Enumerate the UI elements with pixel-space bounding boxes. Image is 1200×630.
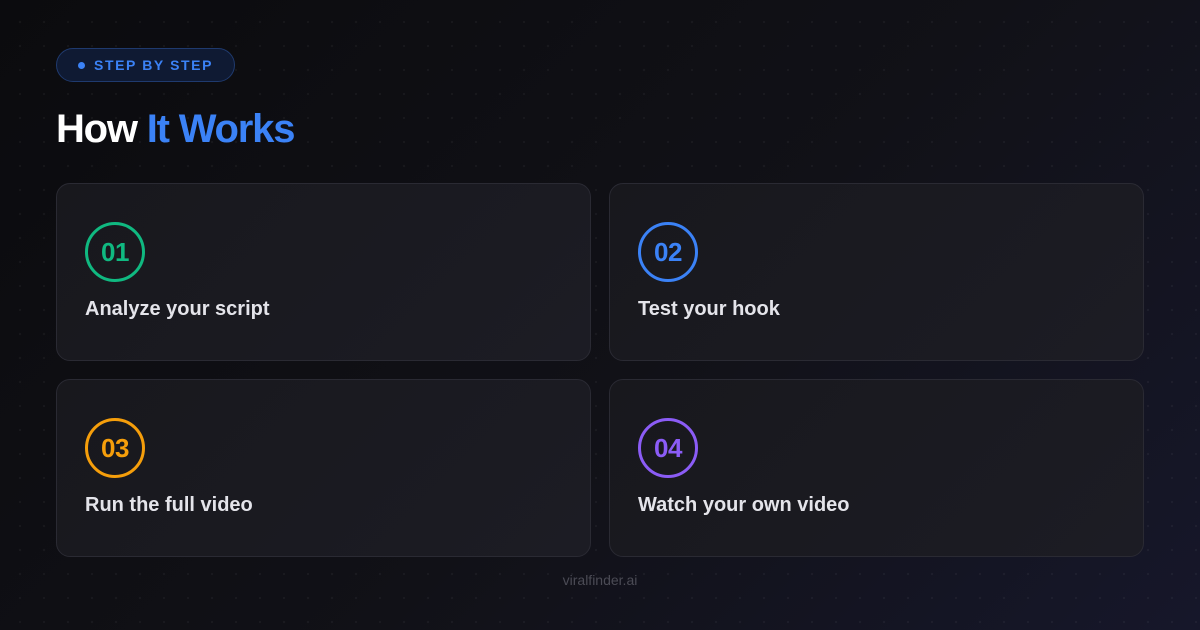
step-number-circle: 03 [85,418,145,478]
step-card-4: 04 Watch your own video [609,379,1144,557]
title-accent-text: It Works [146,107,296,151]
step-title: Test your hook [638,298,780,320]
footer-brand: viralfinder.ai [562,572,638,588]
section-badge: STEP BY STEP [56,48,236,82]
page-title: How It Works [56,104,296,154]
step-title: Run the full video [85,494,253,516]
title-plain-text: How [56,107,138,151]
steps-grid: 01 Analyze your script 02 Test your hook… [56,183,1144,557]
step-card-1: 01 Analyze your script [56,183,591,361]
step-number: 01 [101,236,129,267]
step-number-circle: 01 [85,222,145,282]
step-number-circle: 04 [638,418,698,478]
step-number: 03 [101,432,129,463]
step-title: Watch your own video [638,494,850,516]
badge-dot-icon [78,61,85,69]
step-title: Analyze your script [85,298,270,320]
step-number: 02 [654,236,682,267]
step-number: 04 [654,432,682,463]
badge-label: STEP BY STEP [94,57,214,73]
step-card-3: 03 Run the full video [56,379,591,557]
step-number-circle: 02 [638,222,698,282]
step-card-2: 02 Test your hook [609,183,1144,361]
